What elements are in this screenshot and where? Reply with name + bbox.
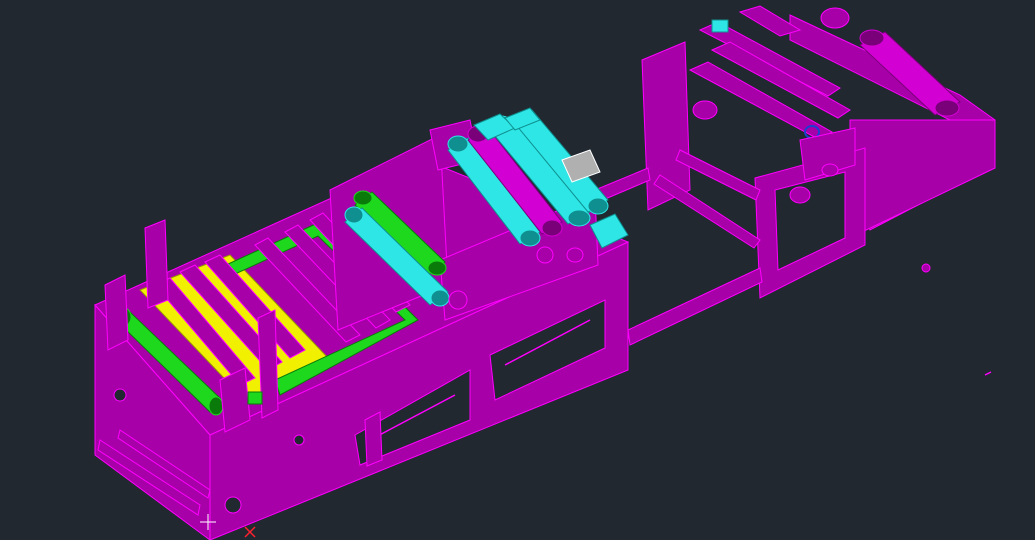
green-clamp	[248, 392, 262, 404]
mount-hole-2	[114, 389, 126, 401]
mount-hole-3	[294, 435, 304, 445]
mount-hole-1	[225, 497, 241, 513]
loose-bolt	[922, 264, 930, 272]
left-guide-post	[105, 275, 128, 350]
roller-gear-1	[449, 291, 467, 309]
drawing-viewport[interactable]	[0, 0, 1035, 540]
fold-bracket	[220, 368, 250, 432]
unwind-brake-hub	[822, 164, 838, 176]
left-tall-post	[145, 220, 168, 308]
roller-gear-3	[567, 248, 583, 262]
unwind-gear-top	[821, 8, 849, 28]
unwind-gear-left	[693, 101, 717, 119]
roller-gear-2	[537, 247, 553, 263]
unwind-sensor-block	[712, 20, 728, 32]
unwind-gear-front	[790, 187, 810, 203]
bag-making-machine-3d-model[interactable]	[0, 0, 1035, 540]
